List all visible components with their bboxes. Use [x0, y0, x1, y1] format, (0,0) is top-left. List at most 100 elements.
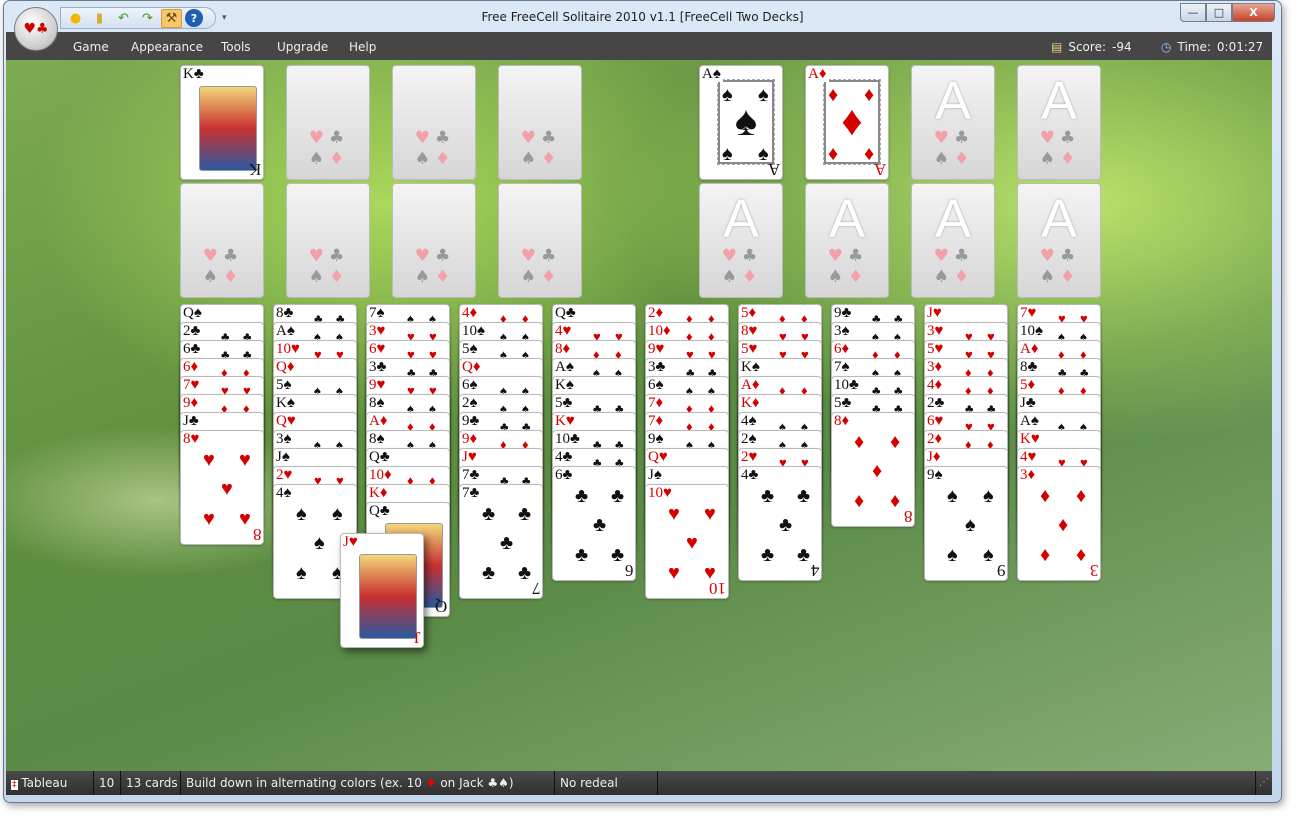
foundation-slot[interactable]: A ♥♣ ♠♦: [805, 183, 889, 298]
suit-pip-icon: ♠: [947, 544, 958, 566]
card-label: 5♥: [741, 341, 760, 357]
suit-pip-icon: ♦: [1076, 544, 1087, 566]
playing-card[interactable]: ♣ ♣ ♣ ♣ ♣ 7♣ 7: [459, 484, 543, 599]
menu-help[interactable]: Help: [349, 40, 376, 54]
suit-pip-icon: ♠: [314, 532, 325, 554]
suit-pip-icon: ♣: [593, 514, 607, 536]
card-label: 10♦: [648, 323, 673, 339]
foundation-slot[interactable]: A ♥♣ ♠♦: [699, 183, 783, 298]
score-value: -94: [1112, 40, 1132, 54]
hint-icon[interactable]: ⚒: [161, 8, 182, 28]
help-icon[interactable]: ?: [185, 9, 203, 27]
score-display: ▤ Score: -94: [1051, 40, 1132, 54]
customize-toolbar-icon[interactable]: ▾: [222, 13, 227, 23]
card-label: 10♠: [462, 323, 487, 339]
suit-pip-icon: ♥: [668, 503, 680, 525]
redo-icon[interactable]: ↷: [137, 9, 158, 28]
foundation-card[interactable]: ♠ ♠ ♠ ♠ ♠ ♠ A♠ A: [699, 65, 783, 180]
card-rank-bottom: 9: [996, 561, 1006, 580]
free-cell[interactable]: ♥♣ ♠♦: [180, 183, 264, 298]
menu-game[interactable]: Game: [73, 40, 109, 54]
suit-pip-icon: ♥: [203, 508, 215, 530]
suit-pip-icon: ♣: [611, 485, 625, 507]
dragged-card[interactable]: J♥ J: [340, 533, 424, 648]
suit-pip-icon: ♠: [758, 84, 769, 106]
card-label: 7♦: [648, 413, 666, 429]
minimize-button[interactable]: —: [1180, 3, 1206, 22]
tableau-icon: ‡: [11, 780, 18, 790]
maximize-button[interactable]: □: [1206, 3, 1232, 22]
suits-placeholder-icon: ♥♣ ♠♦: [414, 246, 456, 287]
free-cell[interactable]: ♥♣ ♠♦: [392, 183, 476, 298]
card-label: J♣: [1020, 395, 1038, 411]
foundation-slot[interactable]: A ♥♣ ♠♦: [1017, 183, 1101, 298]
open-icon[interactable]: ▮: [89, 9, 110, 28]
card-label: A♠: [555, 359, 576, 375]
card-label: Q♠: [183, 305, 204, 321]
card-label: 4♣: [555, 449, 575, 465]
card-label: 7♦: [648, 395, 666, 411]
suit-pip-icon: ♦: [890, 490, 901, 512]
card-label: J♠: [276, 449, 292, 465]
suit-pip-icon: ♥: [704, 503, 716, 525]
foundation-slot[interactable]: A ♥♣ ♠♦: [1017, 65, 1101, 180]
playing-card[interactable]: ♥ ♥ ♥ ♥ ♥ 8♥ 8: [180, 430, 264, 545]
suit-pip-icon: ♣: [761, 544, 775, 566]
playing-card[interactable]: ♣ ♣ ♣ ♣ ♣ 6♣ 6: [552, 466, 636, 581]
menu-appearance[interactable]: Appearance: [131, 40, 203, 54]
playing-card[interactable]: ♦ ♦ ♦ ♦ ♦ 8♦ 8: [831, 412, 915, 527]
suit-pip-icon: ♠: [740, 113, 751, 135]
free-cell[interactable]: ♥♣ ♠♦: [498, 65, 582, 180]
score-label: Score:: [1068, 40, 1106, 54]
card-label: Q♣: [369, 449, 392, 465]
suit-pip-icon: ♥: [686, 532, 698, 554]
suit-pip-icon: ♣: [797, 544, 811, 566]
card-label: Q♦: [462, 359, 483, 375]
card-label: 3♠: [276, 431, 294, 447]
card-label: 7♠: [369, 305, 387, 321]
card-label: A♦: [369, 413, 390, 429]
undo-icon[interactable]: ↶: [113, 9, 134, 28]
new-game-icon[interactable]: ●: [65, 9, 86, 28]
card-label: 7♥: [183, 377, 202, 393]
free-cell[interactable]: ♥♣ ♠♦: [286, 65, 370, 180]
card-label: 3♣: [369, 359, 389, 375]
playing-card[interactable]: ♠ ♠ ♠ ♠ ♠ 9♠ 9: [924, 466, 1008, 581]
card-label: K♠: [741, 359, 762, 375]
card-label: 8♣: [276, 305, 296, 321]
playing-card[interactable]: ♣ ♣ ♣ ♣ ♣ 4♣ 4: [738, 466, 822, 581]
card-label: 3♠: [834, 323, 852, 339]
card-rank-bottom: 7: [531, 579, 541, 598]
card-rank-bottom: 10: [709, 579, 726, 598]
card-label: 5♠: [276, 377, 294, 393]
card-label: 6♠: [462, 377, 480, 393]
suit-pip-icon: ♥: [239, 449, 251, 471]
resize-grip-icon[interactable]: ⋰: [1259, 777, 1269, 788]
card-label: J♣: [183, 413, 201, 429]
card-rank-bottom: 8: [252, 525, 262, 544]
suit-pip-icon: ♦: [1040, 485, 1051, 507]
playing-card[interactable]: K♣ K: [180, 65, 264, 180]
card-label: 7♣: [462, 485, 482, 501]
foundation-card[interactable]: ♦ ♦ ♦ ♦ ♦ ♦ A♦ A: [805, 65, 889, 180]
menu-tools[interactable]: Tools: [221, 40, 251, 54]
free-cell[interactable]: ♥♣ ♠♦: [286, 183, 370, 298]
quick-access-toolbar: ● ▮ ↶ ↷ ⚒ ?: [60, 7, 216, 29]
free-cell[interactable]: ♥♣ ♠♦: [392, 65, 476, 180]
card-label: J♥: [462, 449, 479, 465]
status-bar: ‡ Tableau 10 13 cards Build down in alte…: [6, 771, 1272, 795]
free-cell[interactable]: ♥♣ ♠♦: [498, 183, 582, 298]
card-label: K♣: [183, 66, 206, 82]
playing-card[interactable]: ♦ ♦ ♦ ♦ ♦ 3♦ 3: [1017, 466, 1101, 581]
card-label: 9♣: [834, 305, 854, 321]
close-button[interactable]: X: [1232, 3, 1275, 22]
menu-upgrade[interactable]: Upgrade: [277, 40, 328, 54]
suit-pip-icon: ♦: [854, 431, 865, 453]
app-menu-button[interactable]: ♥♣: [14, 7, 58, 51]
card-label: 4♠: [741, 413, 759, 429]
suit-pip-icon: ♣: [575, 544, 589, 566]
foundation-slot[interactable]: A ♥♣ ♠♦: [911, 183, 995, 298]
card-rank-bottom: K: [248, 160, 261, 179]
playing-card[interactable]: ♥ ♥ ♥ ♥ ♥ 10♥ 10: [645, 484, 729, 599]
foundation-slot[interactable]: A ♥♣ ♠♦: [911, 65, 995, 180]
